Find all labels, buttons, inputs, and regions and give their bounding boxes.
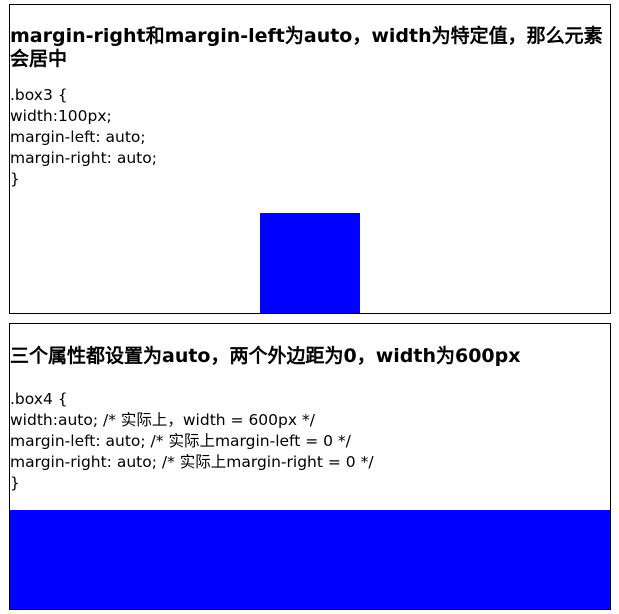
css-code-block: .box3 { width:100px; margin-left: auto; … bbox=[10, 85, 610, 190]
code-line: margin-left: auto; /* 实际上margin-left = 0… bbox=[10, 432, 351, 450]
code-line: margin-right: auto; /* 实际上margin-right =… bbox=[10, 453, 374, 471]
section-heading: margin-right和margin-left为auto，width为特定值，… bbox=[10, 25, 603, 70]
demo-section-box4: 三个属性都设置为auto，两个外边距为0，width为600px .box4 {… bbox=[9, 323, 611, 610]
css-code-block: .box4 { width:auto; /* 实际上，width = 600px… bbox=[10, 389, 610, 494]
code-line: margin-left: auto; bbox=[10, 128, 146, 146]
code-line: .box3 { bbox=[10, 86, 68, 104]
code-line: } bbox=[10, 170, 20, 188]
code-line: } bbox=[10, 474, 20, 492]
code-line: .box4 { bbox=[10, 390, 68, 408]
demo-section-box3: margin-right和margin-left为auto，width为特定值，… bbox=[9, 4, 611, 314]
code-line: margin-right: auto; bbox=[10, 149, 157, 167]
section-heading: 三个属性都设置为auto，两个外边距为0，width为600px bbox=[10, 345, 521, 367]
full-width-blue-box bbox=[10, 510, 610, 609]
code-line: width:100px; bbox=[10, 107, 112, 125]
centered-blue-box bbox=[260, 213, 360, 313]
code-line: width:auto; /* 实际上，width = 600px */ bbox=[10, 411, 315, 429]
